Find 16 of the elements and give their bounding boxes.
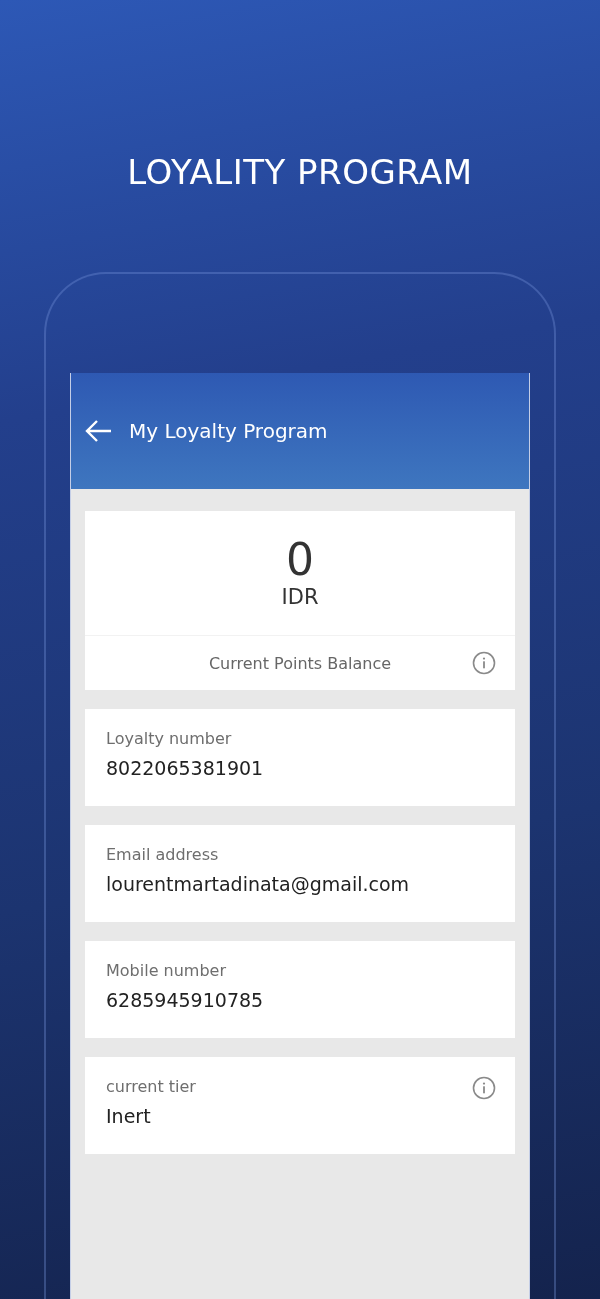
info-icon[interactable] — [472, 1076, 496, 1100]
field-value: lourentmartadinata@gmail.com — [106, 873, 411, 895]
field-value: 6285945910785 — [106, 989, 265, 1011]
field-value: 8022065381901 — [106, 757, 265, 779]
balance-label: Current Points Balance — [208, 653, 392, 673]
back-arrow-icon[interactable] — [85, 419, 113, 443]
field-label: Mobile number — [106, 961, 226, 980]
field-value: Inert — [106, 1105, 152, 1127]
field-label: Loyalty number — [106, 729, 232, 748]
info-icon[interactable] — [472, 651, 496, 675]
headline: LOYALITY PROGRAM — [126, 151, 474, 194]
field-label: Email address — [106, 845, 219, 864]
app-bar-title: My Loyalty Program — [129, 419, 328, 443]
field-label: current tier — [106, 1077, 196, 1096]
points-amount: 0 — [286, 536, 314, 584]
currency-label: IDR — [281, 584, 319, 610]
